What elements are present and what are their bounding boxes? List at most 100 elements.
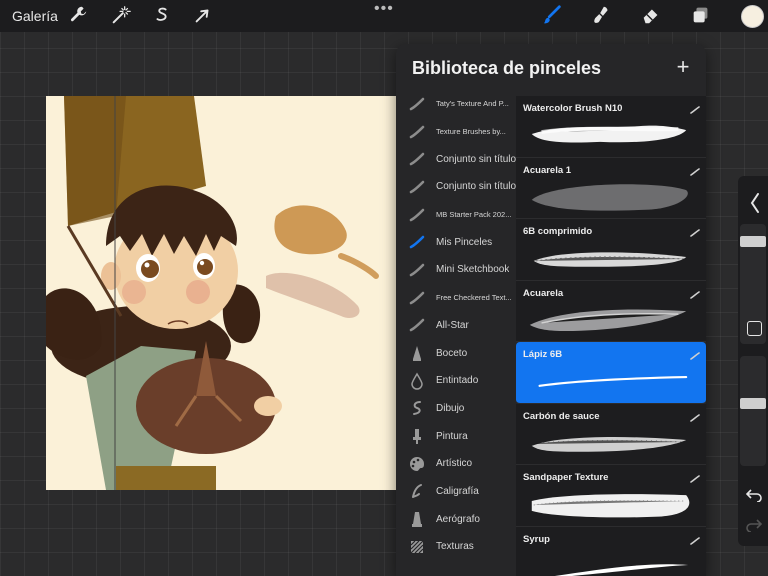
brush-set-label: Artístico bbox=[436, 458, 473, 470]
right-sidebar bbox=[738, 176, 768, 546]
brush-set-item[interactable]: Conjunto sin título bbox=[396, 173, 516, 201]
modify-square-button[interactable] bbox=[747, 321, 762, 336]
brush-stroke-preview bbox=[522, 299, 694, 339]
drawing-canvas[interactable] bbox=[46, 96, 396, 490]
opacity-thumb[interactable] bbox=[740, 398, 766, 409]
brush-name: Carbón de sauce bbox=[523, 410, 600, 422]
palette-icon bbox=[408, 455, 426, 473]
collapse-chevron-icon[interactable] bbox=[750, 192, 760, 214]
arrow-cursor-icon[interactable] bbox=[192, 4, 214, 26]
brush-name: Watercolor Brush N10 bbox=[523, 103, 623, 114]
brush-item[interactable]: Carbón de sauce bbox=[516, 403, 706, 465]
brush-item[interactable]: Acuarela 1 bbox=[516, 157, 706, 219]
brush-stroke-mini-icon bbox=[690, 348, 700, 360]
brush-set-label: MB Starter Pack 202... bbox=[436, 210, 512, 220]
brush-set-item[interactable]: Texturas bbox=[396, 533, 516, 561]
brush-item[interactable]: Syrup bbox=[516, 526, 706, 576]
brush-list: Watercolor Brush N10 Acuarela 1 6B comprim… bbox=[516, 96, 706, 576]
brush-set-item[interactable]: Mis Pinceles bbox=[396, 228, 516, 256]
brush-stroke-icon bbox=[408, 150, 426, 168]
brush-size-thumb[interactable] bbox=[740, 236, 766, 247]
add-brush-set-button[interactable]: + bbox=[672, 54, 694, 80]
brush-item[interactable]: Watercolor Brush N10 bbox=[516, 96, 706, 158]
brush-set-label: Conjunto sin título bbox=[436, 153, 516, 165]
brush-stroke-preview bbox=[522, 237, 694, 277]
more-options-icon[interactable]: ••• bbox=[374, 0, 394, 18]
brush-set-item[interactable]: Artístico bbox=[396, 450, 516, 478]
brush-set-label: Free Checkered Text... bbox=[436, 293, 512, 303]
texture-icon bbox=[408, 538, 426, 556]
selection-s-icon[interactable] bbox=[151, 4, 173, 26]
magic-wand-icon[interactable] bbox=[110, 4, 132, 26]
brush-name: Lápiz 6B bbox=[523, 349, 563, 360]
brush-set-label: Aerógrafo bbox=[436, 513, 480, 525]
brush-set-item[interactable]: Free Checkered Text... bbox=[396, 284, 516, 312]
brush-set-label: Dibujo bbox=[436, 402, 465, 414]
brush-set-label: Mis Pinceles bbox=[436, 236, 493, 248]
brush-item[interactable]: 6B comprimido bbox=[516, 219, 706, 281]
brush-stroke-icon bbox=[408, 261, 426, 279]
brush-set-item[interactable]: Conjunto sin título bbox=[396, 145, 516, 173]
brush-set-item[interactable]: Dibujo bbox=[396, 395, 516, 423]
brush-set-item[interactable]: Boceto bbox=[396, 339, 516, 367]
brush-set-label: Mini Sketchbook bbox=[436, 264, 510, 276]
brush-stroke-preview bbox=[522, 176, 694, 216]
brush-item[interactable]: Acuarela bbox=[516, 280, 706, 342]
redo-icon[interactable] bbox=[746, 518, 763, 533]
brush-stroke-mini-icon bbox=[690, 102, 700, 114]
brush-icon[interactable] bbox=[541, 4, 563, 26]
brush-set-item[interactable]: Taty's Texture And P... bbox=[396, 90, 516, 118]
brush-stroke-preview bbox=[522, 422, 694, 462]
brush-stroke-mini-icon bbox=[690, 287, 700, 299]
brush-set-item[interactable]: MB Starter Pack 202... bbox=[396, 201, 516, 229]
brush-set-list: Taty's Texture And P... Texture Brushes b… bbox=[396, 90, 516, 561]
brush-library-panel: Biblioteca de pinceles + Taty's Texture … bbox=[396, 44, 706, 576]
brush-set-label: Caligrafía bbox=[436, 485, 479, 497]
brush-stroke-mini-icon bbox=[690, 410, 700, 422]
paint-brush-icon bbox=[408, 427, 426, 445]
brush-set-label: Taty's Texture And P... bbox=[436, 99, 509, 109]
ink-drop-icon bbox=[408, 372, 426, 390]
brush-stroke-icon bbox=[408, 289, 426, 307]
wrench-icon[interactable] bbox=[68, 4, 90, 26]
brush-set-item[interactable]: All-Star bbox=[396, 312, 516, 340]
brush-set-label: Boceto bbox=[436, 347, 468, 359]
brush-name: Acuarela 1 bbox=[523, 164, 572, 176]
brush-set-item[interactable]: Aerógrafo bbox=[396, 505, 516, 533]
color-swatch[interactable] bbox=[741, 5, 764, 28]
calligraphy-icon bbox=[408, 482, 426, 500]
layers-icon[interactable] bbox=[690, 4, 712, 26]
brush-stroke-icon bbox=[408, 178, 426, 196]
brush-stroke-mini-icon bbox=[690, 164, 700, 176]
brush-name: Acuarela bbox=[523, 287, 564, 299]
eraser-icon[interactable] bbox=[640, 4, 662, 26]
pencil-tip-icon bbox=[408, 344, 426, 362]
brush-stroke-icon bbox=[408, 316, 426, 334]
brush-item[interactable]: Lápiz 6B bbox=[516, 342, 706, 404]
gallery-button[interactable]: Galería bbox=[12, 8, 58, 24]
undo-icon[interactable] bbox=[745, 488, 762, 503]
brush-name: Syrup bbox=[523, 533, 550, 545]
brush-set-label: Texturas bbox=[436, 541, 474, 553]
panel-title: Biblioteca de pinceles bbox=[412, 58, 602, 78]
brush-name: Sandpaper Texture bbox=[523, 472, 609, 483]
brush-stroke-preview bbox=[522, 545, 694, 576]
brush-stroke-mini-icon bbox=[690, 471, 700, 483]
brush-set-item[interactable]: Caligrafía bbox=[396, 478, 516, 506]
brush-stroke-icon bbox=[408, 95, 426, 113]
brush-set-label: Conjunto sin título bbox=[436, 181, 516, 193]
brush-set-label: All-Star bbox=[436, 319, 469, 331]
brush-set-item[interactable]: Entintado bbox=[396, 367, 516, 395]
brush-set-item[interactable]: Mini Sketchbook bbox=[396, 256, 516, 284]
brush-stroke-mini-icon bbox=[690, 225, 700, 237]
top-toolbar: Galería ••• bbox=[0, 0, 768, 32]
brush-set-label: Texture Brushes by... bbox=[436, 127, 506, 137]
smudge-icon[interactable] bbox=[591, 4, 613, 26]
brush-name: 6B comprimido bbox=[523, 226, 593, 237]
brush-item[interactable]: Sandpaper Texture bbox=[516, 465, 706, 527]
brush-set-item[interactable]: Pintura bbox=[396, 422, 516, 450]
brush-stroke-icon bbox=[408, 123, 426, 141]
brush-stroke-preview bbox=[522, 360, 694, 400]
opacity-slider[interactable] bbox=[740, 356, 766, 466]
brush-set-item[interactable]: Texture Brushes by... bbox=[396, 118, 516, 146]
